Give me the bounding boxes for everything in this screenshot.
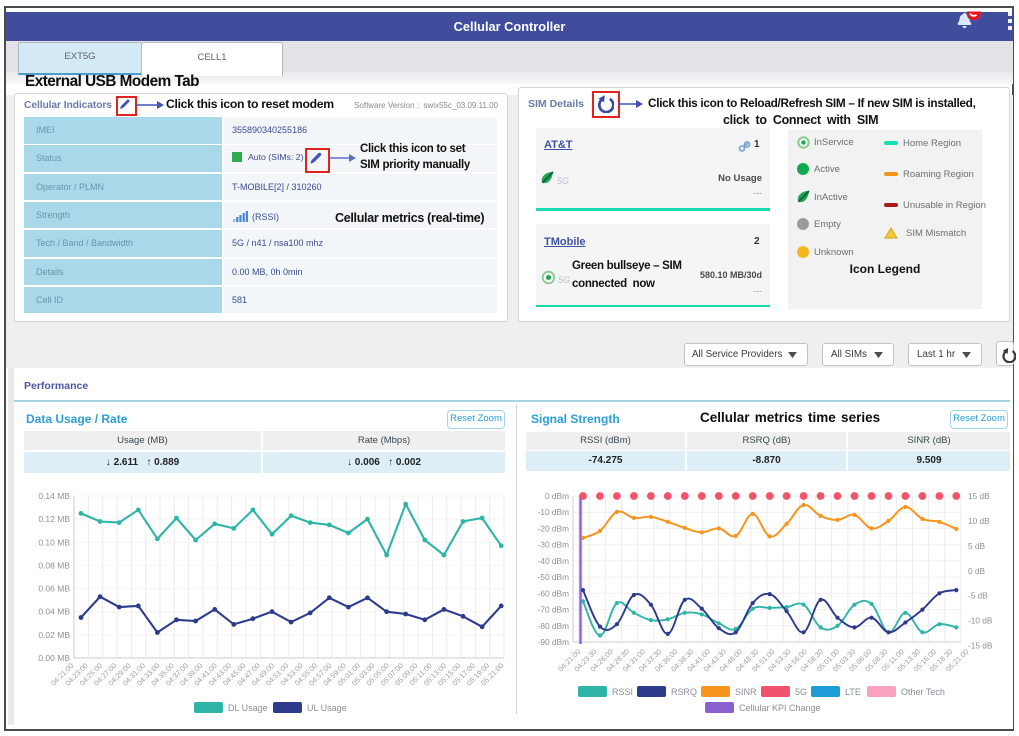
- svg-text:Cellular KPI Change: Cellular KPI Change: [739, 703, 821, 713]
- svg-text:0.10 MB: 0.10 MB: [38, 537, 70, 547]
- svg-text:-20 dBm: -20 dBm: [538, 523, 569, 533]
- svg-text:-70 dBm: -70 dBm: [538, 605, 569, 615]
- svg-text:0.08 MB: 0.08 MB: [38, 560, 70, 570]
- svg-text:5G: 5G: [795, 687, 807, 697]
- svg-text:0.00 MB: 0.00 MB: [38, 653, 70, 663]
- svg-text:UL Usage: UL Usage: [307, 703, 347, 713]
- svg-text:-50 dBm: -50 dBm: [538, 572, 569, 582]
- svg-text:0.04 MB: 0.04 MB: [38, 607, 70, 617]
- svg-text:-10 dBm: -10 dBm: [538, 507, 569, 517]
- svg-text:0.02 MB: 0.02 MB: [38, 630, 70, 640]
- svg-text:SINR: SINR: [735, 687, 757, 697]
- svg-text:-30 dBm: -30 dBm: [538, 540, 569, 550]
- svg-text:0 dB: 0 dB: [968, 566, 986, 576]
- svg-text:-60 dBm: -60 dBm: [538, 588, 569, 598]
- svg-text:0 dBm: 0 dBm: [545, 491, 569, 501]
- svg-text:0.12 MB: 0.12 MB: [38, 514, 70, 524]
- svg-text:0.14 MB: 0.14 MB: [38, 491, 70, 501]
- svg-text:-5 dB: -5 dB: [968, 591, 988, 601]
- svg-text:10 dB: 10 dB: [968, 516, 990, 526]
- svg-text:0.06 MB: 0.06 MB: [38, 584, 70, 594]
- svg-text:-90 dBm: -90 dBm: [538, 637, 569, 647]
- svg-text:-15 dB: -15 dB: [968, 641, 993, 651]
- svg-text:DL Usage: DL Usage: [228, 703, 268, 713]
- svg-text:RSRQ: RSRQ: [671, 687, 697, 697]
- svg-text:-10 dB: -10 dB: [968, 616, 993, 626]
- svg-text:RSSI: RSSI: [612, 687, 633, 697]
- svg-text:Other Tech: Other Tech: [901, 687, 945, 697]
- svg-text:5 dB: 5 dB: [968, 541, 986, 551]
- svg-text:15 dB: 15 dB: [968, 491, 990, 501]
- svg-text:-40 dBm: -40 dBm: [538, 556, 569, 566]
- svg-text:LTE: LTE: [845, 687, 861, 697]
- svg-text:-80 dBm: -80 dBm: [538, 621, 569, 631]
